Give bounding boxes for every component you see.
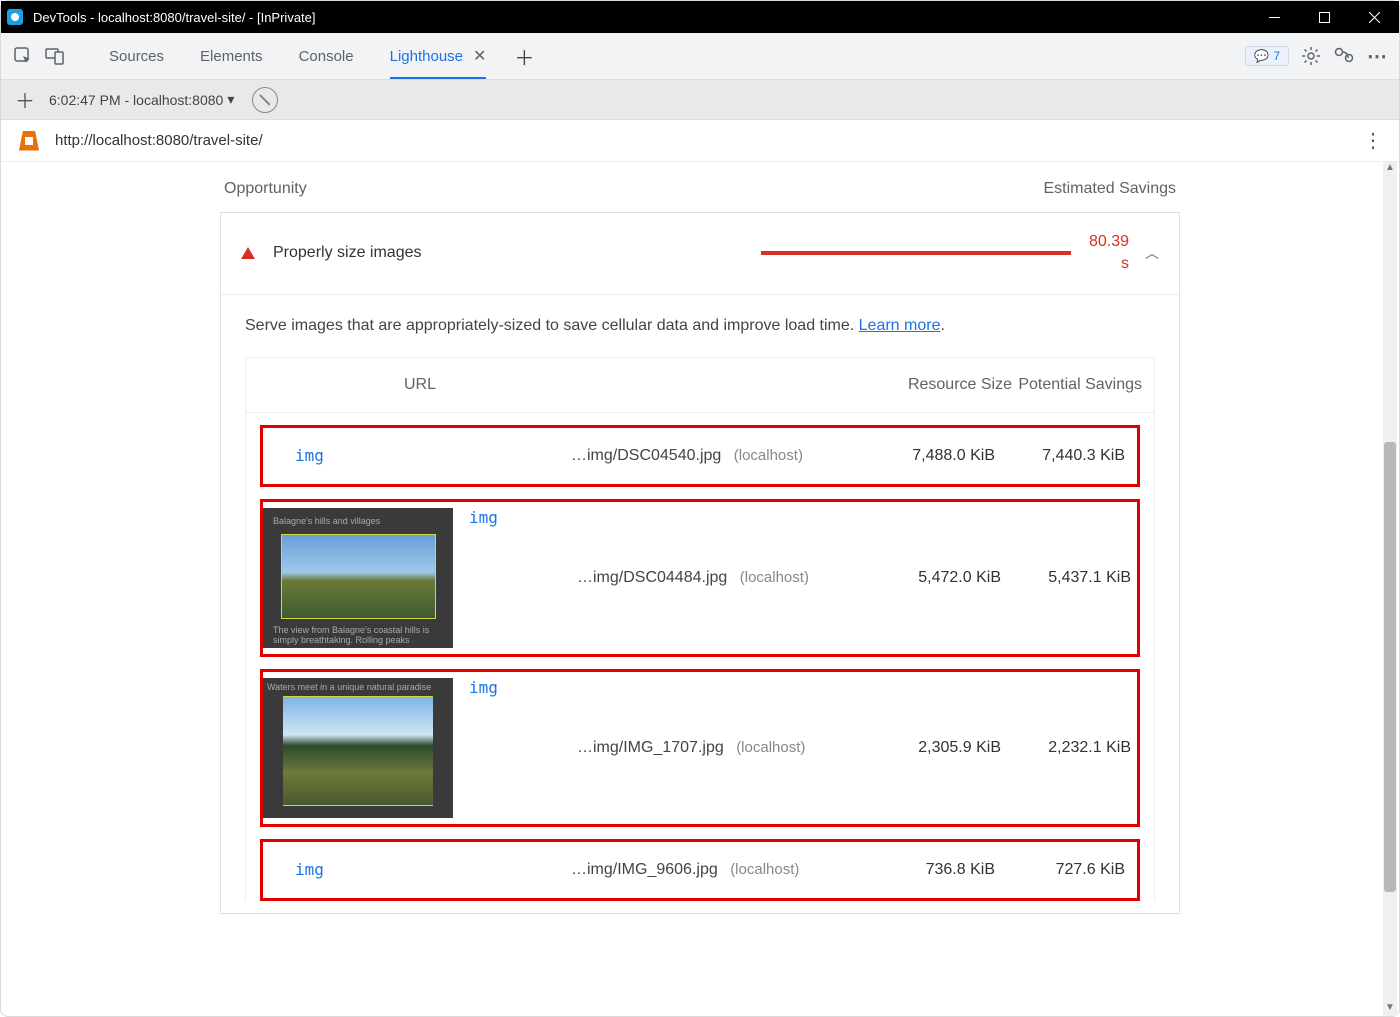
- tab-label: Lighthouse: [390, 48, 463, 65]
- lighthouse-icon: [19, 131, 39, 151]
- table-row[interactable]: img …img/DSC04540.jpg (localhost) 7,488.…: [263, 428, 1137, 484]
- close-button[interactable]: [1349, 1, 1399, 33]
- tab-console[interactable]: Console: [281, 33, 372, 79]
- element-tag: img: [463, 502, 577, 527]
- dropdown-icon: ▾: [227, 91, 234, 108]
- fail-icon: [241, 247, 255, 259]
- highlight-box: img …img/IMG_9606.jpg (localhost) 736.8 …: [260, 839, 1140, 901]
- potential-savings: 7,440.3 KiB: [1001, 447, 1131, 465]
- savings-bar: [761, 251, 1071, 255]
- app-icon: [1, 1, 29, 33]
- lighthouse-report: Opportunity Estimated Savings Properly s…: [220, 162, 1180, 914]
- resource-path: …img/IMG_1707.jpg (localhost): [577, 739, 877, 757]
- tab-elements[interactable]: Elements: [182, 33, 281, 79]
- col-potential-savings: Potential Savings: [1012, 376, 1142, 394]
- close-icon[interactable]: ✕: [473, 46, 486, 66]
- resource-path: …img/DSC04540.jpg (localhost): [571, 447, 871, 465]
- element-tag: img: [463, 672, 577, 697]
- report-toolbar: ＋ 6:02:47 PM - localhost:8080▾: [1, 80, 1399, 120]
- potential-savings: 727.6 KiB: [1001, 861, 1131, 879]
- resource-path: …img/IMG_9606.jpg (localhost): [571, 861, 871, 879]
- resource-size: 5,472.0 KiB: [877, 569, 1007, 587]
- table-row[interactable]: Balagne's hills and villages The view fr…: [263, 502, 1137, 654]
- report-selector-label: 6:02:47 PM - localhost:8080: [49, 92, 223, 108]
- speech-icon: 💬: [1254, 49, 1269, 63]
- potential-savings: 2,232.1 KiB: [1007, 739, 1137, 757]
- learn-more-link[interactable]: Learn more: [859, 317, 941, 334]
- savings-header: Estimated Savings: [1043, 180, 1176, 198]
- add-tab-button[interactable]: ＋: [514, 42, 534, 71]
- resource-size: 7,488.0 KiB: [871, 447, 1001, 465]
- scroll-down-icon[interactable]: ▼: [1383, 1002, 1397, 1016]
- new-report-button[interactable]: ＋: [11, 85, 39, 114]
- tab-lighthouse[interactable]: Lighthouse ✕: [372, 33, 505, 79]
- scrollbar[interactable]: ▲ ▼: [1383, 162, 1397, 1016]
- highlight-box: img …img/DSC04540.jpg (localhost) 7,488.…: [260, 425, 1140, 487]
- potential-savings: 5,437.1 KiB: [1007, 569, 1137, 587]
- report-selector[interactable]: 6:02:47 PM - localhost:8080▾: [39, 91, 244, 108]
- col-resource-size: Resource Size: [882, 376, 1012, 394]
- element-tag: img: [289, 446, 571, 465]
- tab-label: Elements: [200, 48, 263, 65]
- url-bar: http://localhost:8080/travel-site/ ⋮: [1, 120, 1399, 162]
- scroll-up-icon[interactable]: ▲: [1383, 162, 1397, 176]
- activity-icon[interactable]: [1333, 46, 1355, 66]
- resource-size: 2,305.9 KiB: [877, 739, 1007, 757]
- window-title: DevTools - localhost:8080/travel-site/ -…: [29, 10, 1249, 25]
- feedback-count: 7: [1273, 49, 1280, 63]
- highlight-box: Waters meet in a unique natural paradise…: [260, 669, 1140, 827]
- chevron-up-icon[interactable]: ︿: [1145, 243, 1159, 263]
- tab-label: Console: [299, 48, 354, 65]
- resource-size: 736.8 KiB: [871, 861, 1001, 879]
- window-titlebar: DevTools - localhost:8080/travel-site/ -…: [1, 1, 1399, 33]
- audit-card: Properly size images 80.39s ︿ Serve imag…: [220, 212, 1180, 914]
- col-url: URL: [258, 376, 582, 394]
- audit-title: Properly size images: [273, 244, 422, 262]
- feedback-badge[interactable]: 💬7: [1245, 46, 1289, 66]
- thumbnail-image: [283, 696, 433, 806]
- table-row[interactable]: Waters meet in a unique natural paradise…: [263, 672, 1137, 824]
- minimize-button[interactable]: [1249, 1, 1299, 33]
- audit-description: Serve images that are appropriately-size…: [221, 295, 1179, 357]
- thumbnail: Balagne's hills and villages The view fr…: [263, 508, 453, 648]
- thumbnail-image: [281, 534, 436, 619]
- inspect-icon[interactable]: [9, 42, 37, 70]
- table-row[interactable]: img …img/IMG_9606.jpg (localhost) 736.8 …: [263, 842, 1137, 898]
- page-url: http://localhost:8080/travel-site/: [55, 132, 263, 149]
- more-icon[interactable]: ⋯: [1367, 44, 1387, 69]
- maximize-button[interactable]: [1299, 1, 1349, 33]
- devtools-tabbar: Sources Elements Console Lighthouse ✕ ＋ 💬…: [1, 33, 1399, 80]
- audit-summary[interactable]: Properly size images 80.39s ︿: [221, 213, 1179, 295]
- tab-sources[interactable]: Sources: [91, 33, 182, 79]
- scroll-thumb[interactable]: [1384, 442, 1396, 892]
- resource-path: …img/DSC04484.jpg (localhost): [577, 569, 877, 587]
- more-vert-icon[interactable]: ⋮: [1363, 128, 1381, 153]
- settings-icon[interactable]: [1301, 46, 1321, 66]
- table-header: URL Resource Size Potential Savings: [246, 358, 1154, 413]
- opportunity-table: URL Resource Size Potential Savings img …: [245, 357, 1155, 901]
- tab-label: Sources: [109, 48, 164, 65]
- opportunity-header: Opportunity: [224, 180, 307, 198]
- clear-icon[interactable]: [252, 87, 278, 113]
- highlight-box: Balagne's hills and villages The view fr…: [260, 499, 1140, 657]
- device-icon[interactable]: [41, 42, 69, 70]
- element-tag: img: [289, 860, 571, 879]
- savings-time: 80.39s: [1089, 231, 1129, 276]
- thumbnail: Waters meet in a unique natural paradise: [263, 678, 453, 818]
